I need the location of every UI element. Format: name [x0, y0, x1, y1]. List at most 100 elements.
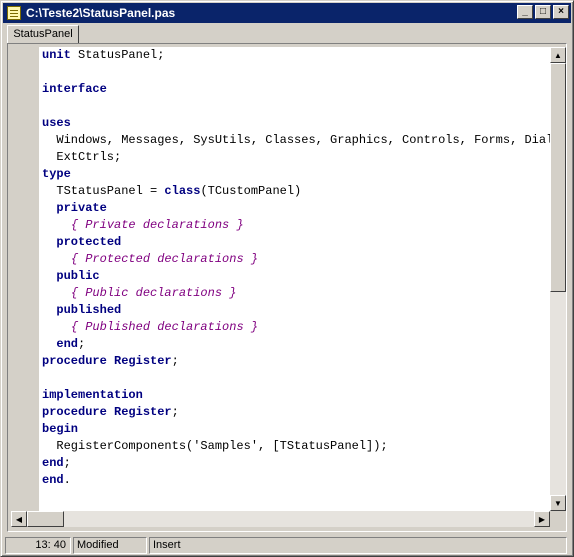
code-line[interactable]: end. [39, 472, 550, 489]
scroll-left-button[interactable]: ◀ [11, 511, 27, 527]
code-line[interactable] [39, 64, 550, 81]
code-line[interactable]: public [39, 268, 550, 285]
editor-window: C:\Teste2\StatusPanel.pas _ □ × StatusPa… [0, 0, 574, 557]
insert-mode-indicator: Insert [149, 537, 567, 554]
code-keyword: end [42, 473, 64, 487]
title-bar[interactable]: C:\Teste2\StatusPanel.pas _ □ × [3, 3, 571, 23]
tab-statuspanel[interactable]: StatusPanel [7, 25, 79, 44]
code-keyword: interface [42, 82, 107, 96]
document-icon [7, 6, 21, 20]
code-line[interactable] [39, 370, 550, 387]
code-line[interactable]: protected [39, 234, 550, 251]
window-controls: _ □ × [515, 5, 569, 19]
code-text: Windows, Messages, SysUtils, Classes, Gr… [42, 133, 550, 147]
horizontal-scrollbar[interactable]: ◀ ▶ [11, 511, 550, 527]
code-text: ; [78, 337, 86, 351]
code-line[interactable]: begin [39, 421, 550, 438]
editor-gutter[interactable] [11, 47, 39, 511]
code-keyword: unit [42, 48, 71, 62]
code-keyword: procedure [42, 354, 107, 368]
code-line[interactable] [39, 98, 550, 115]
code-line[interactable]: ExtCtrls; [39, 149, 550, 166]
code-line[interactable]: { Protected declarations } [39, 251, 550, 268]
code-line[interactable]: Windows, Messages, SysUtils, Classes, Gr… [39, 132, 550, 149]
maximize-icon: □ [539, 6, 547, 17]
arrow-up-icon: ▲ [554, 50, 562, 60]
tab-strip: StatusPanel [3, 23, 571, 44]
code-keyword: end [42, 456, 64, 470]
scroll-up-button[interactable]: ▲ [550, 47, 566, 63]
code-line[interactable]: TStatusPanel = class(TCustomPanel) [39, 183, 550, 200]
code-line[interactable]: published [39, 302, 550, 319]
code-line[interactable]: private [39, 200, 550, 217]
code-text: RegisterComponents('Samples', [TStatusPa… [42, 439, 388, 453]
code-line[interactable]: { Published declarations } [39, 319, 550, 336]
code-line[interactable]: uses [39, 115, 550, 132]
window-title: C:\Teste2\StatusPanel.pas [26, 6, 176, 20]
code-line[interactable]: unit StatusPanel; [39, 47, 550, 64]
code-line[interactable]: { Public declarations } [39, 285, 550, 302]
code-line[interactable]: procedure Register; [39, 404, 550, 421]
code-keyword: private [56, 201, 107, 215]
code-keyword: Register [114, 405, 172, 419]
code-text: StatusPanel; [70, 48, 165, 62]
code-text: ExtCtrls; [42, 150, 122, 164]
scroll-down-button[interactable]: ▼ [550, 495, 566, 511]
code-line[interactable]: end; [39, 336, 550, 353]
code-text: ; [171, 354, 179, 368]
code-comment: { Private declarations } [70, 218, 244, 232]
arrow-left-icon: ◀ [15, 514, 23, 524]
horizontal-scroll-thumb[interactable] [27, 511, 64, 527]
code-text: TStatusPanel = [42, 184, 165, 198]
code-keyword: begin [42, 422, 79, 436]
scroll-right-button[interactable]: ▶ [534, 511, 550, 527]
code-keyword: implementation [42, 388, 143, 402]
code-line[interactable]: { Private declarations } [39, 217, 550, 234]
code-area[interactable]: unit StatusPanel; interface uses Windows, … [39, 47, 550, 511]
code-editor: unit StatusPanel; interface uses Windows, … [7, 43, 567, 532]
code-keyword: protected [56, 235, 122, 249]
code-line[interactable]: end; [39, 455, 550, 472]
code-line[interactable]: type [39, 166, 550, 183]
code-comment: { Published declarations } [70, 320, 259, 334]
status-bar: 13: 40 Modified Insert [3, 536, 571, 555]
scroll-corner [550, 511, 566, 527]
code-comment: { Public declarations } [70, 286, 237, 300]
vertical-scroll-thumb[interactable] [550, 63, 566, 292]
code-keyword: procedure [42, 405, 107, 419]
code-line[interactable]: interface [39, 81, 550, 98]
code-keyword: uses [42, 116, 71, 130]
close-icon: × [558, 6, 564, 17]
cursor-position: 13: 40 [5, 537, 71, 554]
code-keyword: class [164, 184, 201, 198]
code-line[interactable]: RegisterComponents('Samples', [TStatusPa… [39, 438, 550, 455]
maximize-button[interactable]: □ [535, 5, 551, 19]
code-line[interactable]: implementation [39, 387, 550, 404]
arrow-down-icon: ▼ [554, 498, 562, 508]
code-text: ; [171, 405, 179, 419]
code-text: ; [63, 456, 71, 470]
code-comment: { Protected declarations } [70, 252, 259, 266]
minimize-icon: _ [522, 6, 528, 17]
vertical-scrollbar[interactable]: ▲ ▼ [550, 47, 566, 511]
code-keyword: type [42, 167, 71, 181]
modified-indicator: Modified [73, 537, 147, 554]
close-button[interactable]: × [553, 5, 569, 19]
code-text: (TCustomPanel) [200, 184, 302, 198]
code-keyword: public [56, 269, 100, 283]
code-keyword: end [56, 337, 79, 351]
minimize-button[interactable]: _ [517, 5, 533, 19]
code-keyword: published [56, 303, 122, 317]
code-line[interactable]: procedure Register; [39, 353, 550, 370]
arrow-right-icon: ▶ [538, 514, 546, 524]
code-text: . [63, 473, 71, 487]
